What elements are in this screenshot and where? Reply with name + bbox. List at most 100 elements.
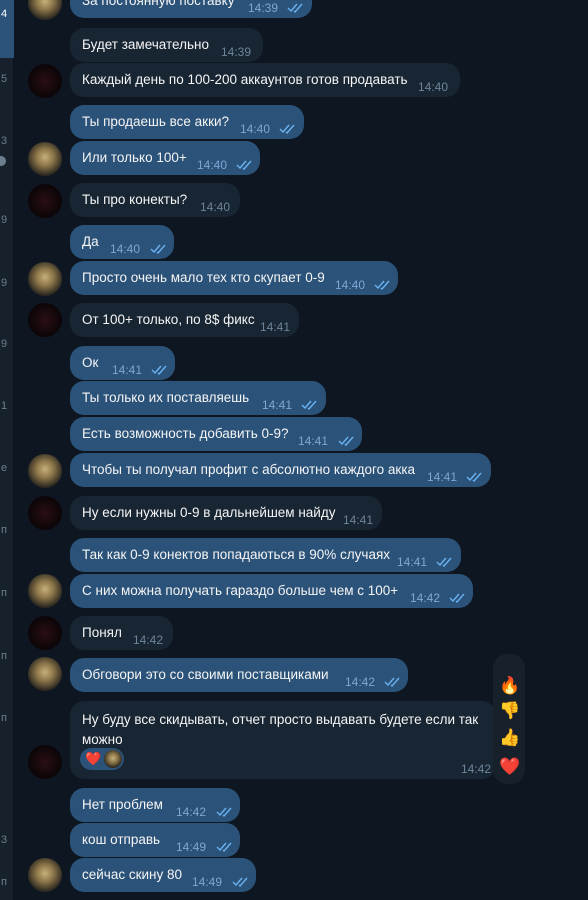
message-text: Каждый день по 100-200 аккаунтов готов п…: [82, 72, 408, 87]
message-outgoing[interactable]: кош отправь 14:49: [70, 823, 240, 857]
message-text: Ты только их поставляешь: [82, 390, 250, 405]
chat-list-fragment: п: [1, 712, 7, 724]
message-text: Обговори это со своими поставщиками: [82, 667, 329, 682]
message-time: 14:41: [262, 398, 293, 412]
message-time: 14:49: [176, 840, 207, 854]
message-outgoing[interactable]: Просто очень мало тех кто скупает 0-9 14…: [70, 261, 398, 295]
message-time: 14:41: [260, 320, 291, 334]
avatar[interactable]: [28, 574, 62, 608]
message-time: 14:49: [192, 875, 223, 889]
chat-list-fragment: 9: [1, 214, 8, 226]
read-check-icon: [338, 436, 354, 446]
message-outgoing[interactable]: Обговори это со своими поставщиками 14:4…: [70, 658, 408, 692]
thumbs-down-reaction-icon[interactable]: 👎: [499, 701, 520, 721]
avatar[interactable]: [28, 64, 62, 98]
message-text: Ну буду все скидывать, отчет просто выда…: [82, 712, 479, 747]
message-outgoing[interactable]: Да 14:40: [70, 225, 174, 259]
message-text: Чтобы ты получал профит с абсолютно кажд…: [82, 462, 416, 477]
read-check-icon: [150, 244, 166, 254]
message-time: 14:42: [461, 762, 492, 776]
message-outgoing[interactable]: Ты только их поставляешь 14:41: [70, 381, 326, 415]
message-outgoing[interactable]: Ок 14:41: [70, 346, 175, 380]
message-text: Есть возможность добавить 0-9?: [82, 426, 289, 441]
message-text: Нет проблем: [82, 797, 163, 812]
message-text: Ты продаешь все акки?: [82, 114, 230, 129]
message-incoming-multiline[interactable]: Ну буду все скидывать, отчет просто выда…: [70, 701, 496, 779]
message-time: 14:41: [298, 434, 329, 448]
message-outgoing[interactable]: Есть возможность добавить 0-9? 14:41: [70, 417, 362, 451]
message-outgoing[interactable]: С них можна получать гараздо больше чем …: [70, 574, 473, 608]
avatar[interactable]: [28, 454, 62, 488]
chat-list-fragment: 9: [1, 338, 8, 350]
message-outgoing[interactable]: Ты продаешь все акки? 14:40: [70, 105, 304, 139]
avatar[interactable]: [28, 745, 62, 779]
avatar[interactable]: [28, 858, 62, 892]
read-check-icon: [287, 3, 303, 13]
reaction-chip[interactable]: ❤️: [80, 748, 124, 770]
avatar[interactable]: [28, 142, 62, 176]
message-time: 14:41: [112, 363, 143, 377]
chat-list-fragment: п: [1, 876, 7, 888]
message-time: 14:39: [248, 1, 279, 15]
message-time: 14:42: [176, 805, 207, 819]
message-incoming[interactable]: От 100+ только, по 8$ фикс 14:41: [70, 303, 299, 337]
message-incoming[interactable]: Понял 14:42: [70, 616, 173, 650]
avatar[interactable]: [28, 184, 62, 218]
message-time: 14:41: [343, 513, 374, 527]
avatar[interactable]: [28, 496, 62, 530]
avatar[interactable]: [28, 616, 62, 650]
message-time: 14:40: [110, 242, 141, 256]
message-text: сейчас скину 80: [82, 867, 183, 882]
unread-dot: [0, 156, 6, 166]
read-check-icon: [449, 593, 465, 603]
avatar[interactable]: [28, 262, 62, 296]
message-incoming[interactable]: Ну если нужны 0-9 в дальнейшем найду 14:…: [70, 496, 382, 530]
read-check-icon: [232, 877, 248, 887]
heart-reaction-icon[interactable]: ❤️: [499, 757, 520, 777]
message-time: 14:42: [345, 675, 376, 689]
message-time: 14:39: [221, 45, 252, 59]
message-outgoing[interactable]: сейчас скину 80 14:49: [70, 858, 256, 892]
message-text: Так как 0-9 конектов попадаються в 90% с…: [82, 547, 391, 562]
chat-list-strip[interactable]: 4 5 3 9 9 9 1 е п п п п 3 п: [0, 0, 14, 900]
chat-list-fragment: п: [1, 650, 7, 662]
message-text: кош отправь: [82, 832, 161, 847]
message-incoming[interactable]: Каждый день по 100-200 аккаунтов готов п…: [70, 63, 460, 97]
message-time: 14:40: [200, 200, 231, 214]
avatar[interactable]: [28, 0, 62, 20]
message-outgoing[interactable]: Так как 0-9 конектов попадаються в 90% с…: [70, 538, 461, 572]
heart-reaction-icon: ❤️: [85, 751, 102, 766]
message-outgoing[interactable]: Или только 100+ 14:40: [70, 141, 260, 175]
thumbs-up-reaction-icon[interactable]: 👍: [499, 728, 520, 748]
message-outgoing[interactable]: За постоянную поставку 14:39: [70, 0, 312, 18]
message-text: От 100+ только, по 8$ фикс: [82, 312, 255, 327]
chat-list-fragment: 3: [1, 135, 8, 147]
message-time: 14:42: [410, 591, 441, 605]
message-text: Ок: [82, 355, 99, 370]
read-check-icon: [301, 400, 317, 410]
read-check-icon: [236, 160, 252, 170]
message-text: За постоянную поставку: [82, 0, 235, 8]
fire-reaction-icon[interactable]: 🔥: [499, 676, 520, 696]
avatar[interactable]: [28, 303, 62, 337]
message-time: 14:40: [197, 158, 228, 172]
avatar[interactable]: [28, 657, 62, 691]
chat-list-fragment: 9: [1, 277, 8, 289]
read-check-icon: [216, 842, 232, 852]
reactor-avatar: [104, 750, 122, 768]
message-text: Просто очень мало тех кто скупает 0-9: [82, 270, 325, 285]
reaction-picker[interactable]: 🔥 👎 👍 ❤️: [493, 654, 525, 784]
chat-list-fragment: п: [1, 587, 7, 599]
chat-list-fragment: е: [1, 462, 8, 474]
chat-list-fragment: 3: [1, 834, 8, 846]
chat-list-fragment: 1: [1, 400, 8, 412]
read-check-icon: [466, 472, 482, 482]
message-incoming[interactable]: Ты про конекты? 14:40: [70, 183, 240, 217]
message-outgoing[interactable]: Чтобы ты получал профит с абсолютно кажд…: [70, 453, 491, 487]
message-text: Понял: [82, 625, 122, 640]
message-incoming[interactable]: Будет замечательно 14:39: [70, 28, 263, 62]
message-text: Ну если нужны 0-9 в дальнейшем найду: [82, 505, 336, 520]
message-time: 14:41: [397, 555, 428, 569]
message-text: Да: [82, 234, 99, 249]
message-outgoing[interactable]: Нет проблем 14:42: [70, 788, 240, 822]
